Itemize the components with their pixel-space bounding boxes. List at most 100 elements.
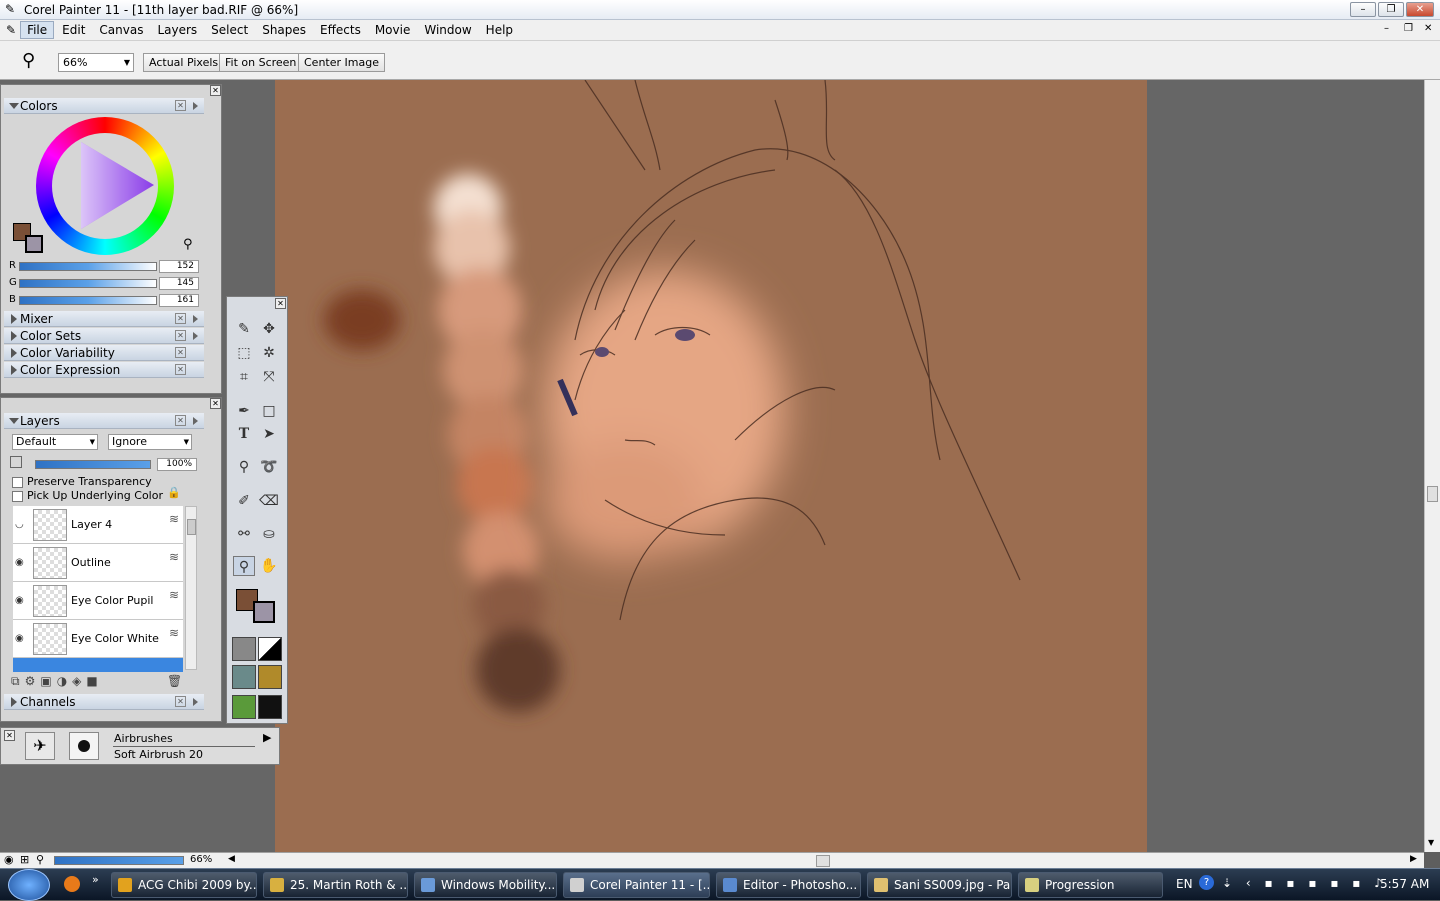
taskbar-item-progression[interactable]: Progression xyxy=(1018,872,1163,898)
paper-selector[interactable] xyxy=(232,637,256,661)
opacity-value[interactable]: 100% xyxy=(157,458,197,471)
r-slider[interactable] xyxy=(19,262,157,271)
panel-menu-icon[interactable] xyxy=(193,315,198,323)
scroll-thumb[interactable] xyxy=(1427,486,1438,502)
eye-closed-icon[interactable]: ◡ xyxy=(15,519,24,530)
panel-menu-icon[interactable] xyxy=(193,698,198,706)
dropper-icon[interactable]: ⚲ xyxy=(183,237,193,252)
rectangle-tool-icon[interactable]: □ xyxy=(258,401,280,421)
clock[interactable]: 5:57 AM xyxy=(1380,877,1429,891)
menu-effects[interactable]: Effects xyxy=(314,22,367,38)
magnet-tool-icon[interactable]: ⚲ xyxy=(233,457,255,477)
colors-close-button[interactable]: ✕ xyxy=(210,85,221,96)
panel-menu-icon[interactable] xyxy=(193,332,198,340)
layers-header[interactable]: Layers ✕ xyxy=(4,413,204,429)
pen-tool-icon[interactable]: ✒ xyxy=(233,401,255,421)
pick-up-checkbox[interactable] xyxy=(12,491,23,502)
vertical-scrollbar[interactable]: ▼ xyxy=(1424,80,1440,852)
taskbar-item-mobility[interactable]: Windows Mobility... xyxy=(414,872,557,898)
g-value[interactable]: 145 xyxy=(159,277,199,290)
menu-window[interactable]: Window xyxy=(418,22,477,38)
grabber-tool-icon[interactable]: ✋ xyxy=(258,556,280,576)
color-variability-header[interactable]: Color Variability ✕ xyxy=(4,345,204,361)
opacity-slider[interactable] xyxy=(35,460,151,469)
close-icon[interactable]: ✕ xyxy=(175,330,186,341)
text-tool-icon[interactable]: T xyxy=(233,424,255,444)
close-icon[interactable]: ✕ xyxy=(175,100,186,111)
panel-menu-icon[interactable] xyxy=(193,102,198,110)
color-sets-header[interactable]: Color Sets ✕ xyxy=(4,328,204,344)
lasso-tool-icon[interactable]: ➰ xyxy=(258,457,280,477)
language-indicator[interactable]: EN xyxy=(1176,877,1193,891)
channels-header[interactable]: Channels ✕ xyxy=(4,694,204,710)
scroll-right-icon[interactable]: ▶ xyxy=(1410,854,1417,864)
taskbar-item-chrome[interactable]: ACG Chibi 2009 by... xyxy=(111,872,257,898)
preserve-transparency-checkbox[interactable] xyxy=(12,477,23,488)
zoom-slider[interactable] xyxy=(54,856,184,865)
r-value[interactable]: 152 xyxy=(159,260,199,273)
brush-tool-icon[interactable]: ✎ xyxy=(233,319,255,339)
mask-icon[interactable]: ■ xyxy=(86,674,102,688)
toolbox-secondary-color[interactable] xyxy=(253,601,275,623)
actual-pixels-button[interactable]: Actual Pixels xyxy=(143,53,225,72)
shape-selection-tool-icon[interactable]: ➤ xyxy=(258,424,280,444)
b-slider[interactable] xyxy=(19,296,157,305)
close-icon[interactable]: ✕ xyxy=(175,347,186,358)
nozzle-selector[interactable] xyxy=(232,695,256,719)
maximize-button[interactable]: ❐ xyxy=(1378,2,1404,17)
paint-bucket-tool-icon[interactable]: ⛀ xyxy=(258,524,280,544)
rect-selection-tool-icon[interactable]: ⬚ xyxy=(233,343,255,363)
zoom-select[interactable]: 66% ▼ xyxy=(58,53,134,72)
transform-tool-icon[interactable]: ⤧ xyxy=(258,367,280,387)
close-icon[interactable]: ✕ xyxy=(175,696,186,707)
layer-row[interactable]: ◉ Outline ≋ xyxy=(13,544,183,582)
menu-shapes[interactable]: Shapes xyxy=(256,22,312,38)
doc-restore-button[interactable]: ❐ xyxy=(1404,23,1413,34)
layer-row-selected[interactable] xyxy=(13,658,183,672)
dropper-tool-icon[interactable]: ⚯ xyxy=(233,524,255,544)
close-icon[interactable]: ✕ xyxy=(175,415,186,426)
menu-help[interactable]: Help xyxy=(480,22,519,38)
globe-icon[interactable]: ◉ xyxy=(4,853,14,866)
blender-tool-icon[interactable]: ✐ xyxy=(233,491,255,511)
toolbox-close-button[interactable]: ✕ xyxy=(275,298,286,309)
menu-file[interactable]: File xyxy=(20,21,55,39)
menu-select[interactable]: Select xyxy=(205,22,254,38)
look-selector[interactable] xyxy=(258,695,282,719)
taskbar-item-martin-roth[interactable]: 25. Martin Roth & ... xyxy=(263,872,408,898)
layers-close-button[interactable]: ✕ xyxy=(210,398,221,409)
eye-icon[interactable]: ◉ xyxy=(15,633,24,644)
close-button[interactable]: ✕ xyxy=(1406,2,1434,17)
pattern-selector[interactable] xyxy=(232,665,256,689)
eye-icon[interactable]: ◉ xyxy=(15,595,24,606)
mixer-header[interactable]: Mixer ✕ xyxy=(4,311,204,327)
composite-method-select[interactable]: Default ▼ xyxy=(12,434,98,450)
saturation-triangle[interactable] xyxy=(36,117,174,255)
layer-list-scrollbar[interactable] xyxy=(185,506,197,670)
scroll-down-icon[interactable]: ▼ xyxy=(1428,838,1434,847)
menu-layers[interactable]: Layers xyxy=(151,22,203,38)
grid-icon[interactable]: ⊞ xyxy=(20,853,29,866)
help-icon[interactable]: ? xyxy=(1199,875,1214,890)
menu-movie[interactable]: Movie xyxy=(369,22,417,38)
magic-wand-tool-icon[interactable]: ✲ xyxy=(258,343,280,363)
close-icon[interactable]: ✕ xyxy=(175,364,186,375)
panel-menu-icon[interactable] xyxy=(193,417,198,425)
gradient-selector[interactable] xyxy=(258,637,282,661)
composite-depth-select[interactable]: Ignore ▼ xyxy=(108,434,192,450)
new-layer-icon[interactable]: ▣ xyxy=(40,674,56,688)
secondary-color-swatch[interactable] xyxy=(25,235,43,253)
quicklaunch-more-icon[interactable]: » xyxy=(92,873,99,886)
taskbar-item-painter[interactable]: Corel Painter 11 - [... xyxy=(563,872,710,898)
g-slider[interactable] xyxy=(19,279,157,288)
menu-canvas[interactable]: Canvas xyxy=(93,22,149,38)
canvas[interactable] xyxy=(275,80,1147,852)
brush-category-icon[interactable]: ✈ xyxy=(25,732,55,760)
menu-edit[interactable]: Edit xyxy=(56,22,91,38)
doc-minimize-button[interactable]: – xyxy=(1384,23,1389,34)
doc-close-button[interactable]: ✕ xyxy=(1424,23,1432,34)
horizontal-scroll-thumb[interactable] xyxy=(816,855,830,867)
layer-row[interactable]: ◉ Eye Color White ≋ xyxy=(13,620,183,658)
trash-icon[interactable]: 🗑 xyxy=(167,674,182,688)
layer-row[interactable]: ◡ Layer 4 ≋ xyxy=(13,506,183,544)
